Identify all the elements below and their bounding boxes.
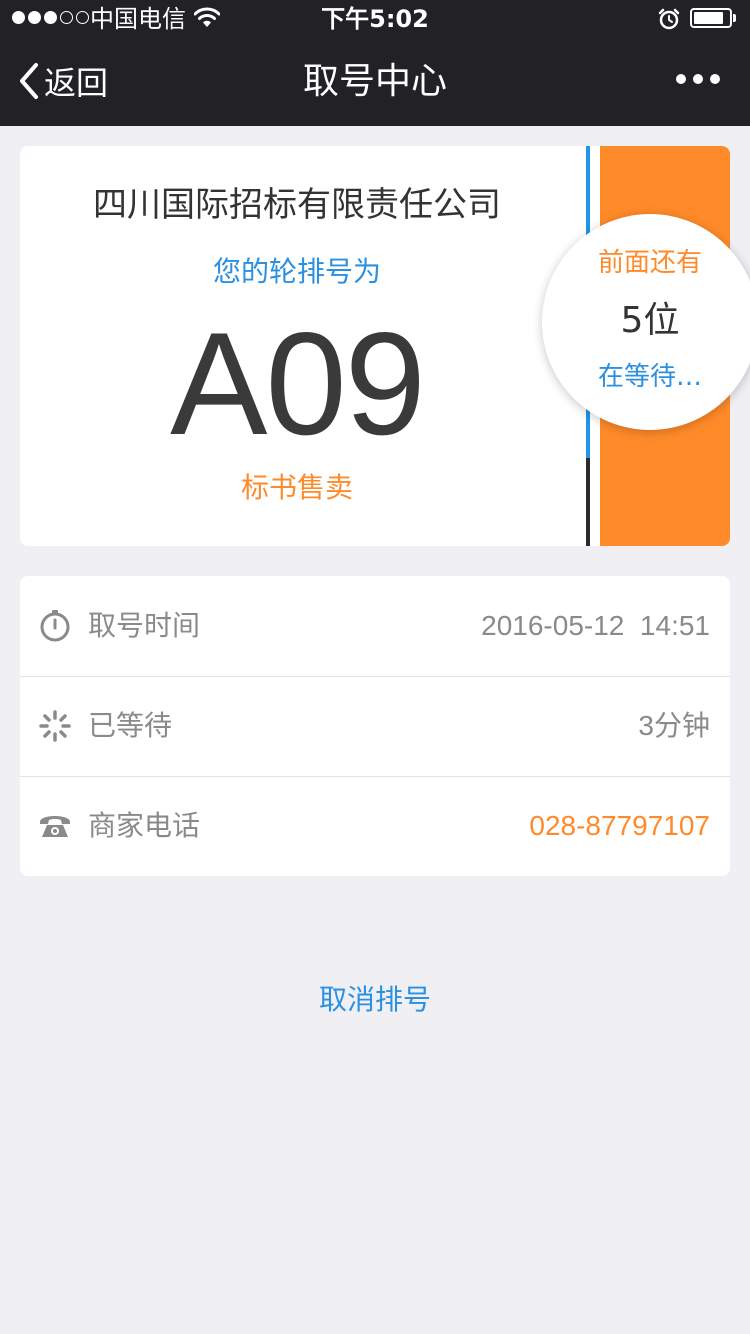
more-dots-icon[interactable]: [676, 74, 720, 84]
status-bar: 中国电信 下午5:02: [0, 0, 750, 40]
waited-duration-value: 3分钟: [638, 710, 710, 741]
navigation-bar: 返回 取号中心: [0, 40, 750, 126]
info-label: 商家电话: [88, 809, 201, 842]
row-divider: [20, 676, 730, 677]
cancel-queue-button[interactable]: 取消排号: [0, 980, 750, 1020]
alarm-icon: [657, 7, 681, 35]
row-divider: [20, 776, 730, 777]
battery-tip: [733, 14, 736, 22]
queue-number-label: 您的轮排号为: [212, 255, 381, 288]
info-row-time: 取号时间 2016-05-12 14:51: [20, 576, 730, 676]
battery-icon: [690, 8, 732, 28]
ticket-time-value: 2016-05-12 14:51: [481, 610, 710, 641]
ahead-count-badge: 前面还有 5位 在等待…: [542, 214, 750, 430]
info-label: 取号时间: [88, 609, 201, 642]
waiting-status: 在等待…: [597, 362, 702, 392]
spinner-icon: [38, 709, 72, 743]
battery-level: [694, 12, 723, 24]
queue-number: A09: [170, 302, 426, 465]
info-row-phone[interactable]: 商家电话 028-87797107: [20, 776, 730, 876]
ahead-count: 5位: [620, 300, 680, 341]
info-label: 已等待: [88, 709, 173, 742]
company-name: 四川国际招标有限责任公司: [93, 185, 501, 225]
info-row-waited: 已等待 3分钟: [20, 676, 730, 776]
phone-icon: [38, 809, 72, 843]
service-type: 标书售卖: [240, 471, 353, 504]
clock-time: 下午5:02: [321, 5, 429, 33]
page-title: 取号中心: [302, 61, 447, 102]
ticket-info-list: 取号时间 2016-05-12 14:51 已等待 3分钟 商家电话 028-8…: [20, 576, 730, 876]
stopwatch-icon: [38, 609, 72, 643]
ahead-label: 前面还有: [597, 248, 702, 278]
merchant-phone-link[interactable]: 028-87797107: [529, 806, 710, 846]
